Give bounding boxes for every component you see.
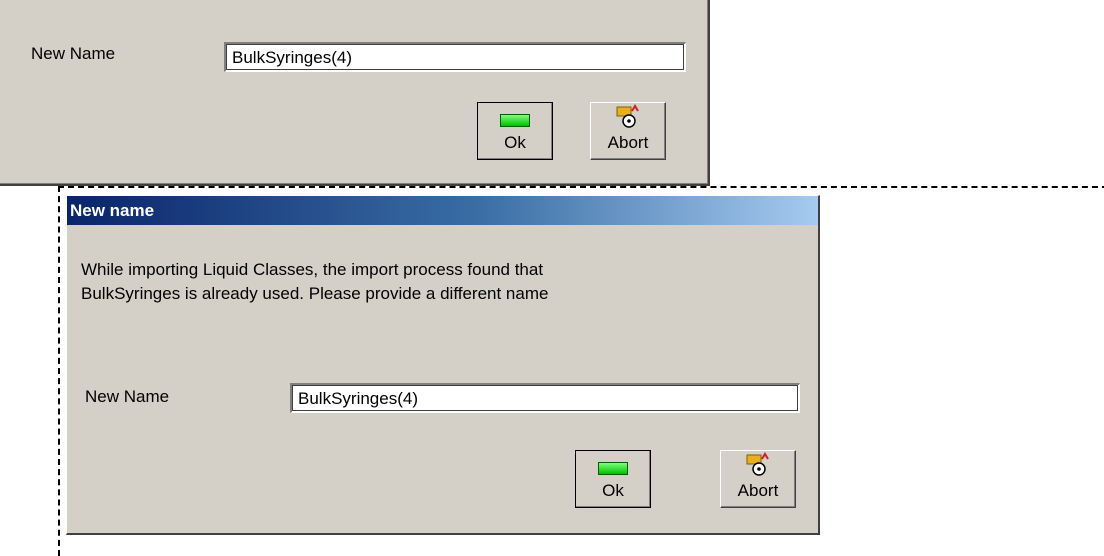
title-bar[interactable]: New name	[67, 196, 818, 225]
new-name-dialog: New name While importing Liquid Classes,…	[66, 195, 820, 535]
new-name-label: New Name	[31, 44, 116, 63]
message-line: BulkSyringes is already used. Please pro…	[81, 284, 549, 303]
ok-button[interactable]: Ok	[575, 450, 651, 508]
new-name-label: New Name	[85, 387, 170, 406]
new-name-input[interactable]	[290, 383, 800, 413]
abort-label: Abort	[607, 133, 649, 152]
abort-icon	[616, 104, 639, 128]
abort-button[interactable]: Abort	[590, 102, 666, 160]
dialog-title: New name	[70, 200, 155, 220]
abort-icon	[746, 452, 769, 476]
background-dialog: New Name Ok Abort	[0, 0, 710, 186]
abort-button[interactable]: Abort	[720, 450, 796, 508]
new-name-input[interactable]	[224, 42, 686, 72]
ok-icon	[500, 114, 530, 127]
dialog-message: While importing Liquid Classes, the impo…	[81, 258, 781, 306]
abort-label: Abort	[737, 481, 779, 500]
ok-label: Ok	[602, 481, 624, 500]
ok-button[interactable]: Ok	[477, 102, 553, 160]
ok-label: Ok	[504, 133, 526, 152]
ok-icon	[598, 462, 628, 475]
message-line: While importing Liquid Classes, the impo…	[81, 260, 544, 279]
